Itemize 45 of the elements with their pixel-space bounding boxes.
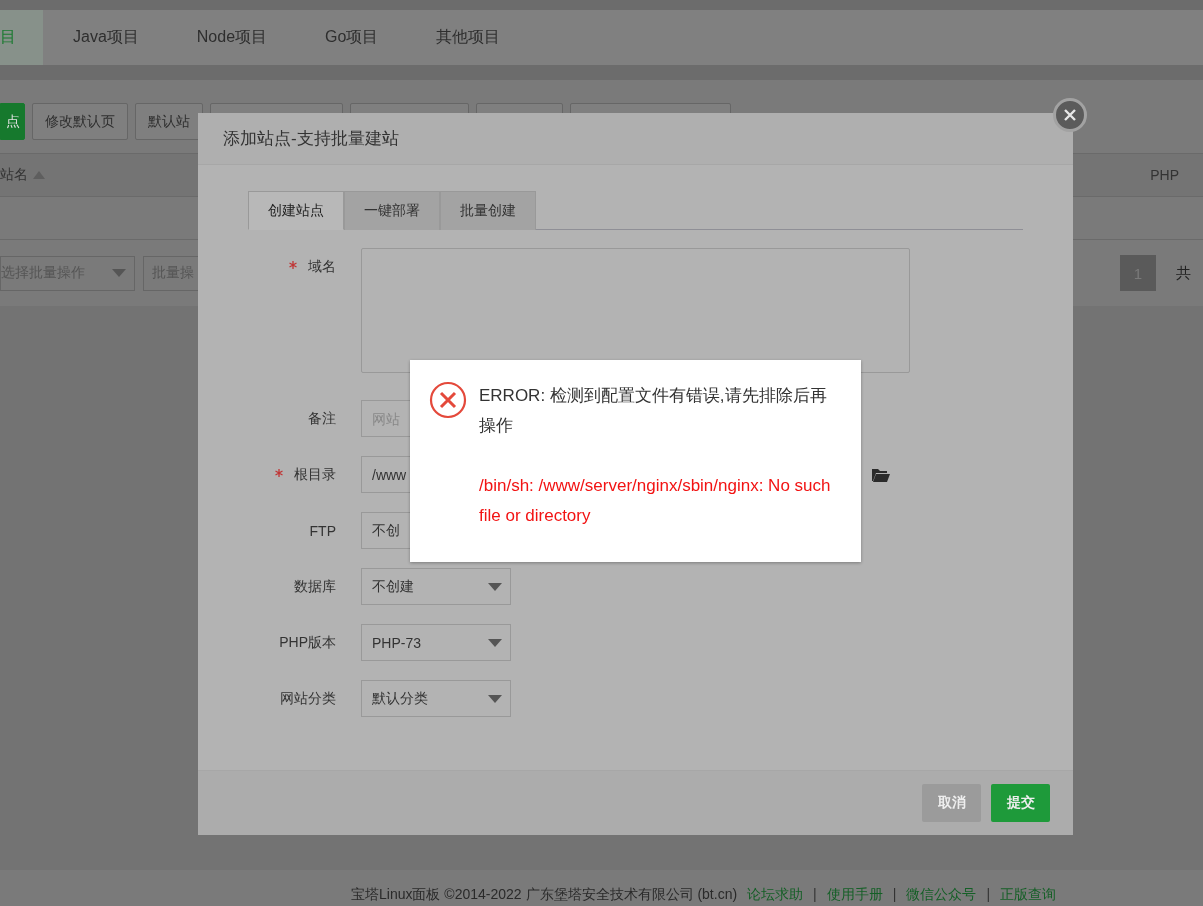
toolbar-button[interactable]: 修改默认页 (32, 103, 128, 140)
error-icon (429, 381, 467, 419)
link-separator: | (892, 886, 897, 902)
caret-icon (488, 582, 502, 591)
cancel-button[interactable]: 取消 (922, 784, 981, 822)
column-header[interactable]: 站名 (0, 166, 28, 184)
field-label: 网站分类 (280, 689, 336, 706)
field-label: PHP版本 (279, 633, 336, 650)
dialog-tab[interactable]: 批量创建 (440, 191, 536, 230)
required-asterisk-icon (275, 468, 284, 477)
caret-icon (112, 269, 126, 277)
caret-icon (488, 694, 502, 703)
field-label: 根目录 (294, 465, 336, 482)
dialog-tab[interactable]: 创建站点 (248, 191, 344, 230)
toolbar-button[interactable]: 点 (0, 103, 25, 140)
field-label: 数据库 (294, 577, 336, 594)
folder-icon[interactable] (872, 467, 890, 482)
toolbar-button[interactable]: 默认站 (135, 103, 203, 140)
dialog-title: 添加站点-支持批量建站 (223, 128, 399, 150)
footer-link[interactable]: 微信公众号 (906, 886, 977, 902)
field-label: 备注 (308, 409, 336, 426)
field-label: FTP (309, 522, 336, 539)
project-tab[interactable]: Node项目 (168, 10, 296, 65)
close-icon (1063, 108, 1077, 122)
caret-icon (488, 638, 502, 647)
footer-link[interactable]: 论坛求助 (747, 886, 804, 902)
required-asterisk-icon (289, 261, 298, 269)
error-message: ERROR: 检测到配置文件有错误,请先排除后再操作 (479, 385, 828, 437)
footer-link[interactable]: 使用手册 (826, 886, 883, 902)
page-total: 共 (1175, 263, 1192, 283)
select-field[interactable]: PHP-73 (361, 624, 511, 661)
submit-button[interactable]: 提交 (991, 784, 1050, 822)
column-header[interactable]: PHP (1150, 167, 1179, 183)
select-field[interactable]: 默认分类 (361, 680, 511, 717)
link-separator: | (813, 886, 817, 902)
link-separator: | (986, 886, 990, 902)
project-tab[interactable]: Java项目 (45, 10, 167, 65)
footer-link[interactable]: 正版查询 (1000, 886, 1056, 902)
error-detail: /bin/sh: /www/server/nginx/sbin/nginx: No such file or directory (479, 475, 831, 527)
field-label: 域名 (308, 258, 336, 274)
project-tab[interactable]: Go项目 (297, 10, 407, 65)
project-tab[interactable]: 其他项目 (408, 10, 529, 65)
copyright-text: 宝塔Linux面板 ©2014-2022 广东堡塔安全技术有限公司 (bt.cn) (351, 886, 738, 902)
dialog-tab[interactable]: 一键部署 (344, 191, 440, 230)
select-field[interactable]: 不创建 (361, 568, 511, 605)
